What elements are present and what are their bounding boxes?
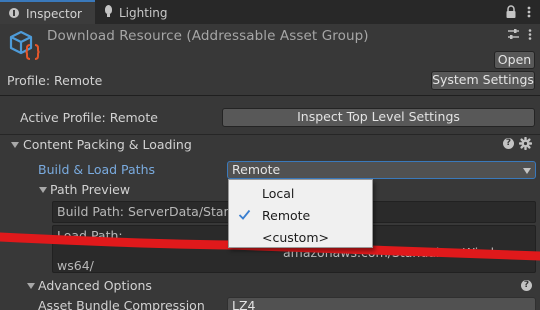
- load-path-label-text: Load Path:: [57, 228, 123, 243]
- load-path-url-tail: ws64/: [57, 258, 94, 273]
- tab-lighting[interactable]: Lighting: [97, 0, 177, 24]
- tab-lighting-label: Lighting: [119, 6, 168, 20]
- chevron-down-icon: [523, 168, 531, 174]
- asset-bundle-compression-value: LZ4: [232, 298, 256, 310]
- lock-icon[interactable]: [505, 5, 517, 19]
- lightbulb-icon: [105, 5, 112, 17]
- build-load-paths-dropdown[interactable]: Remote: [227, 161, 536, 179]
- menu-item-label: <custom>: [262, 230, 329, 245]
- menu-item-custom[interactable]: <custom>: [229, 226, 372, 248]
- info-icon: [9, 8, 19, 18]
- menu-item-label: Local: [262, 186, 295, 201]
- tab-inspector-label: Inspector: [26, 7, 82, 21]
- open-button[interactable]: Open: [494, 51, 535, 69]
- menu-item-remote[interactable]: Remote: [229, 204, 372, 226]
- section-divider: [0, 134, 540, 135]
- header-divider: [0, 95, 540, 96]
- active-profile-label: Active Profile: Remote: [20, 110, 158, 125]
- content-packing-section-header[interactable]: Content Packing & Loading: [23, 138, 192, 152]
- menu-item-local[interactable]: Local: [229, 182, 372, 204]
- gear-icon[interactable]: [519, 137, 532, 150]
- load-path-url-text: amazonaws.com/StandaloneWindo: [283, 247, 502, 260]
- build-load-paths-popup-menu: Local Remote <custom>: [228, 179, 373, 248]
- tab-menu-icon[interactable]: [525, 5, 533, 19]
- more-options-icon[interactable]: [526, 28, 534, 41]
- advanced-options-header[interactable]: Advanced Options: [38, 279, 152, 293]
- foldout-arrow-icon[interactable]: [27, 283, 35, 289]
- system-settings-button[interactable]: System Settings: [431, 71, 535, 90]
- tab-inspector[interactable]: Inspector: [0, 0, 95, 24]
- inspect-top-level-settings-button[interactable]: Inspect Top Level Settings: [222, 108, 535, 127]
- help-icon[interactable]: ?: [503, 138, 514, 149]
- menu-item-label: Remote: [262, 208, 311, 223]
- help-icon[interactable]: ?: [521, 280, 532, 291]
- asset-bundle-compression-label: Asset Bundle Compression: [38, 298, 205, 310]
- foldout-arrow-icon[interactable]: [39, 187, 47, 193]
- asset-bundle-compression-dropdown[interactable]: LZ4: [227, 297, 536, 310]
- checkmark-icon: [238, 209, 251, 220]
- asset-title: Download Resource (Addressable Asset Gro…: [47, 28, 369, 44]
- path-preview-header[interactable]: Path Preview: [50, 183, 130, 197]
- build-load-paths-label: Build & Load Paths: [38, 162, 156, 177]
- addressable-asset-icon: [9, 30, 40, 60]
- build-load-paths-value: Remote: [232, 162, 281, 177]
- foldout-arrow-icon[interactable]: [11, 142, 19, 148]
- build-path-text: Build Path: ServerData/Standa: [57, 204, 248, 219]
- sliders-icon[interactable]: [507, 28, 520, 41]
- profile-label: Profile: Remote: [7, 73, 103, 88]
